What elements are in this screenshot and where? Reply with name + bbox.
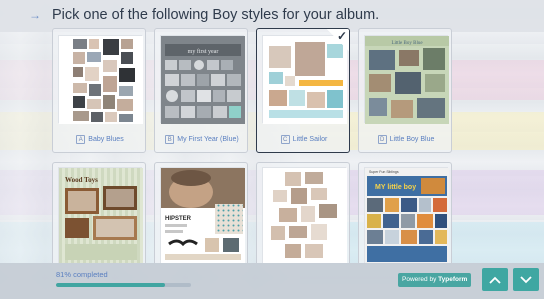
choice-label-a: Baby Blues <box>88 135 124 143</box>
choice-label-c: Little Sailor <box>292 135 328 143</box>
choice-caption-b: B My First Year (Blue) <box>155 131 247 147</box>
chevron-down-icon <box>520 275 532 283</box>
thumbnail-h-title-text: MY little boy <box>375 184 416 191</box>
thumbnail-little-boy-blue: Little Boy Blue <box>364 35 449 124</box>
progress-text: 81% completed <box>56 270 108 279</box>
thumbnail-h-banner-text: Super Fun Siblings <box>369 170 399 174</box>
choice-card-d[interactable]: Little Boy Blue D Little Boy Blue <box>358 28 452 153</box>
powered-by-brand: Typeform <box>438 276 468 283</box>
choice-card-a[interactable]: A Baby Blues <box>52 28 146 153</box>
thumbnail-b-banner-text: my first year <box>188 48 219 55</box>
choice-caption-d: D Little Boy Blue <box>359 131 451 147</box>
choice-card-f[interactable]: HIPSTER <box>154 162 248 263</box>
thumbnail-hipster: HIPSTER <box>160 167 245 263</box>
thumbnail-wood-toys: Wood Toys <box>58 167 143 263</box>
thumbnail-baby-blues <box>58 35 143 124</box>
choice-card-e[interactable]: Wood Toys <box>52 162 146 263</box>
thumbnail-f-title-text: HIPSTER <box>165 216 192 222</box>
choice-caption-c: C Little Sailor <box>257 131 349 147</box>
choice-key-d: D <box>377 134 387 144</box>
thumbnail-my-little-boy: Super Fun Siblings MY little boy <box>364 167 449 263</box>
choice-key-c: C <box>280 134 290 144</box>
chevron-up-icon <box>489 276 501 284</box>
thumbnail-e-title-text: Wood Toys <box>65 176 98 184</box>
powered-by-typeform-link[interactable]: Powered by Typeform <box>398 273 472 287</box>
choice-key-b: B <box>165 134 175 144</box>
choice-card-h[interactable]: Super Fun Siblings MY little boy <box>358 162 452 263</box>
progress-bar-fill <box>56 283 166 287</box>
thumbnail-collage <box>262 167 347 263</box>
choice-card-g[interactable] <box>256 162 350 263</box>
choice-label-b: My First Year (Blue) <box>177 135 239 143</box>
choice-grid: A Baby Blues my first year B My First Ye… <box>52 28 452 263</box>
choice-card-c[interactable]: ✓ C Little Sailor <box>256 28 350 153</box>
selected-checkmark: ✓ <box>327 29 349 51</box>
thumbnail-my-first-year: my first year <box>160 35 245 124</box>
choice-card-b[interactable]: my first year B My First Year (Blue) <box>154 28 248 153</box>
progress-bar <box>56 283 191 287</box>
choice-label-d: Little Boy Blue <box>389 135 435 143</box>
check-icon: ✓ <box>336 29 347 43</box>
question-title: Pick one of the following Boy styles for… <box>52 7 380 23</box>
choice-key-a: A <box>76 134 86 144</box>
powered-by-prefix: Powered by <box>402 276 439 283</box>
next-question-button[interactable] <box>513 268 539 291</box>
choice-caption-a: A Baby Blues <box>53 131 145 147</box>
previous-question-button[interactable] <box>482 268 508 291</box>
arrow-right-icon: → <box>29 8 41 22</box>
thumbnail-d-title-text: Little Boy Blue <box>391 41 423 46</box>
